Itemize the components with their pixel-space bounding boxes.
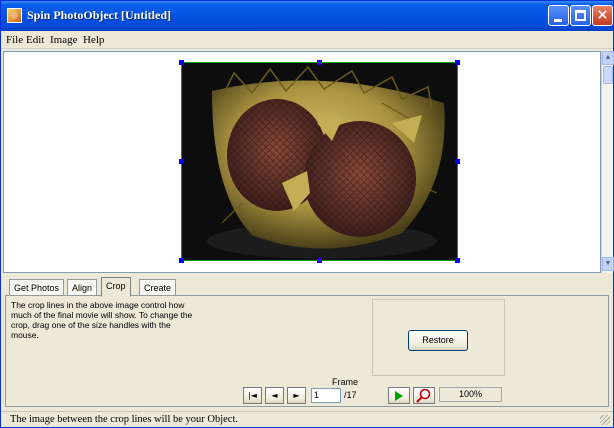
play-button[interactable]	[388, 387, 410, 404]
frame-number-input[interactable]: 1	[311, 388, 341, 403]
gourd-bowl-image	[182, 63, 457, 260]
tab-create[interactable]: Create	[139, 279, 177, 296]
zoom-icon	[416, 388, 431, 403]
image-canvas[interactable]	[3, 51, 601, 273]
crop-handle-top-left[interactable]	[179, 60, 184, 65]
crop-handle-left[interactable]	[179, 159, 184, 164]
crop-handle-bottom[interactable]	[317, 258, 322, 263]
zoom-button[interactable]	[413, 387, 435, 404]
minimize-icon	[554, 19, 562, 22]
title-bar[interactable]: Spin PhotoObject [Untitled] ×	[1, 1, 613, 31]
crop-handle-right[interactable]	[455, 159, 460, 164]
frame-label: Frame	[332, 377, 359, 387]
minimize-button[interactable]	[548, 5, 569, 26]
scroll-down-icon[interactable]: ▼	[602, 257, 614, 271]
menu-edit[interactable]: Edit	[26, 34, 44, 46]
crop-handle-top[interactable]	[317, 60, 322, 65]
first-frame-icon: |◄	[248, 391, 257, 400]
prev-frame-button[interactable]: ◄	[265, 387, 284, 404]
app-window: Spin PhotoObject [Untitled] × File Edit …	[0, 0, 614, 428]
tab-align[interactable]: Align	[67, 279, 98, 296]
crop-handle-bottom-right[interactable]	[455, 258, 460, 263]
frame-total: /17	[344, 390, 357, 400]
next-frame-button[interactable]: ►	[287, 387, 306, 404]
menu-image[interactable]: Image	[50, 34, 77, 46]
restore-button[interactable]: Restore	[408, 330, 468, 351]
vertical-scrollbar[interactable]: ▲ ▼	[601, 51, 614, 273]
window-title: Spin PhotoObject [Untitled]	[27, 8, 171, 22]
status-text: The image between the crop lines will be…	[10, 414, 239, 425]
close-button[interactable]: ×	[592, 5, 613, 26]
menu-help[interactable]: Help	[83, 34, 104, 46]
close-icon: ×	[596, 7, 609, 23]
scroll-thumb[interactable]	[603, 66, 613, 84]
resize-grip-icon[interactable]	[600, 415, 610, 425]
crop-handle-top-right[interactable]	[455, 60, 460, 65]
object-photo	[181, 62, 458, 261]
first-frame-button[interactable]: |◄	[243, 387, 262, 404]
status-bar: The image between the crop lines will be…	[1, 411, 613, 427]
play-icon	[395, 391, 403, 401]
prev-frame-icon: ◄	[271, 391, 278, 400]
maximize-icon	[575, 10, 586, 21]
maximize-button[interactable]	[570, 5, 591, 26]
tab-crop[interactable]: Crop	[101, 277, 131, 297]
zoom-level: 100%	[439, 387, 502, 402]
scroll-up-icon[interactable]: ▲	[602, 51, 614, 65]
tab-get-photos[interactable]: Get Photos	[9, 279, 65, 296]
app-icon	[7, 8, 22, 23]
menu-file[interactable]: File	[6, 34, 23, 46]
menu-bar: File Edit Image Help	[1, 31, 613, 49]
crop-description: The crop lines in the above image contro…	[11, 300, 193, 340]
next-frame-icon: ►	[293, 391, 300, 400]
crop-handle-bottom-left[interactable]	[179, 258, 184, 263]
